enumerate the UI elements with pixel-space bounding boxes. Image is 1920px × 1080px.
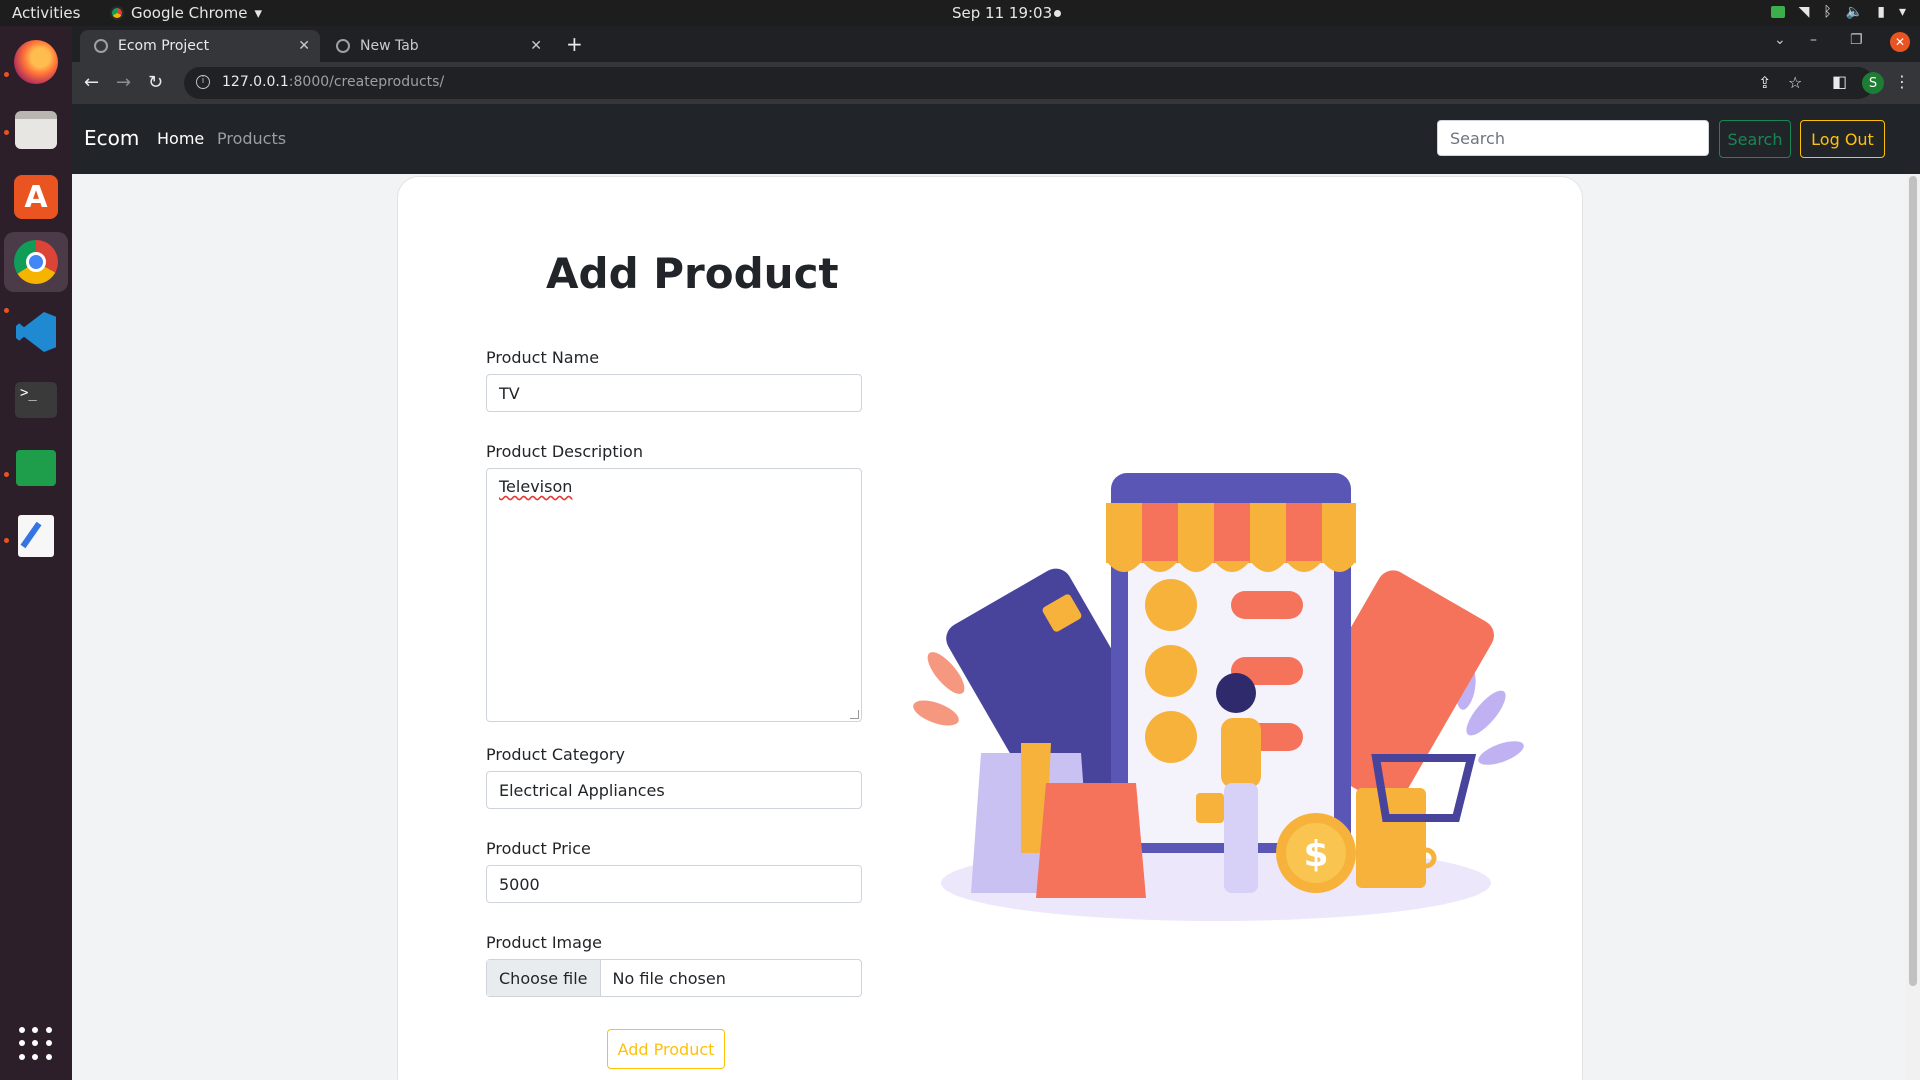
nav-link-products[interactable]: Products [217, 129, 286, 148]
share-icon[interactable]: ⇪ [1758, 73, 1771, 92]
dock-firefox[interactable] [12, 38, 60, 86]
reload-icon[interactable]: ↻ [148, 72, 163, 93]
url-path: :8000/createproducts/ [288, 74, 445, 90]
firefox-icon [14, 40, 58, 84]
menu-kebab-icon[interactable]: ⋮ [1894, 72, 1910, 91]
volume-icon: 🔈 [1845, 4, 1864, 20]
site-navbar: Ecom Home Products Search Search Log Out [72, 104, 1920, 174]
terminal-icon: >_ [15, 382, 57, 418]
tab-title: New Tab [360, 38, 419, 54]
tab-search-chevron-icon[interactable]: ⌄ [1774, 32, 1786, 48]
close-tab-icon[interactable]: ✕ [298, 38, 310, 54]
dock: A >_ [0, 26, 72, 1080]
dock-show-apps[interactable] [12, 1020, 60, 1068]
scrollbar-thumb[interactable] [1909, 176, 1917, 986]
notification-dot-icon [1054, 10, 1061, 17]
globe-icon [94, 39, 108, 53]
running-indicator [4, 72, 9, 77]
product-description-textarea[interactable]: Televison [486, 468, 862, 722]
nav-link-home[interactable]: Home [157, 129, 204, 148]
wifi-icon: ◥ [1798, 4, 1810, 20]
running-indicator [4, 538, 9, 543]
software-center-icon: A [14, 175, 58, 219]
product-name-label: Product Name [486, 348, 600, 367]
page-title: Add Product [546, 249, 839, 298]
tab-new-tab[interactable]: New Tab ✕ [322, 30, 552, 62]
app-menu[interactable]: Google Chrome ▾ [110, 4, 262, 22]
battery-icon: ▮ [1877, 4, 1885, 20]
bluetooth-icon: ᛒ [1823, 4, 1832, 20]
running-indicator [4, 130, 9, 135]
address-bar[interactable]: i 127.0.0.1:8000/createproducts/ ⇪ ☆ [184, 67, 1874, 99]
app-grid-icon [19, 1027, 53, 1061]
chrome-icon [110, 6, 124, 20]
chat-icon [16, 450, 56, 486]
product-description-label: Product Description [486, 442, 643, 461]
description-text: Televison [499, 477, 573, 496]
product-price-label: Product Price [486, 839, 591, 858]
text-editor-icon [18, 515, 54, 557]
dock-software[interactable]: A [12, 173, 60, 221]
logout-button[interactable]: Log Out [1800, 120, 1885, 158]
dock-vscode[interactable] [12, 308, 60, 356]
svg-text:$: $ [1303, 834, 1328, 875]
dock-chrome[interactable] [4, 232, 68, 292]
tray-caret-icon: ▾ [1898, 4, 1906, 20]
search-button[interactable]: Search [1719, 120, 1791, 158]
resize-handle-icon[interactable] [850, 710, 859, 719]
system-top-bar: Activities Google Chrome ▾ Sep 11 19:03 … [0, 0, 1920, 26]
files-icon [15, 111, 57, 149]
add-product-button[interactable]: Add Product [607, 1029, 725, 1069]
restore-icon[interactable]: ❐ [1850, 32, 1863, 48]
tab-title: Ecom Project [118, 38, 210, 54]
brand-logo[interactable]: Ecom [84, 126, 139, 150]
clock[interactable]: Sep 11 19:03 [952, 4, 1052, 22]
page-scrollbar[interactable] [1906, 174, 1920, 1080]
chrome-icon [14, 240, 58, 284]
tab-ecom-project[interactable]: Ecom Project ✕ [80, 30, 320, 62]
chat-indicator-icon [1770, 6, 1785, 18]
url-host: 127.0.0.1 [222, 74, 289, 90]
product-image-file-input[interactable]: Choose file No file chosen [486, 959, 862, 997]
dock-terminal[interactable]: >_ [12, 376, 60, 424]
choose-file-button[interactable]: Choose file [487, 960, 601, 996]
bookmark-star-icon[interactable]: ☆ [1788, 73, 1802, 92]
product-category-label: Product Category [486, 745, 625, 764]
add-product-card: Add Product Product Name TV Product Desc… [397, 176, 1583, 1080]
running-indicator [4, 308, 9, 313]
activities-button[interactable]: Activities [12, 4, 80, 22]
dock-text-editor[interactable] [12, 512, 60, 560]
caret-down-icon: ▾ [254, 4, 263, 22]
back-arrow-icon[interactable]: ← [84, 72, 99, 93]
page-viewport: Ecom Home Products Search Search Log Out… [72, 104, 1920, 1080]
tab-strip: Ecom Project ✕ New Tab ✕ + ⌄ – ❐ ✕ [72, 26, 1920, 62]
browser-toolbar: ← → ↻ i 127.0.0.1:8000/createproducts/ ⇪… [72, 62, 1920, 104]
product-price-input[interactable]: 5000 [486, 865, 862, 903]
forward-arrow-icon[interactable]: → [116, 72, 131, 93]
system-tray[interactable]: ◥ ᛒ 🔈 ▮ ▾ [1770, 4, 1906, 20]
close-window-icon[interactable]: ✕ [1890, 32, 1910, 52]
dock-files[interactable] [12, 106, 60, 154]
running-indicator [4, 472, 9, 477]
globe-icon [336, 39, 350, 53]
shopping-illustration: $ [913, 473, 1524, 921]
product-name-input[interactable]: TV [486, 374, 862, 412]
dock-chat[interactable] [12, 444, 60, 492]
file-status: No file chosen [612, 968, 726, 988]
site-info-icon[interactable]: i [196, 75, 210, 89]
profile-avatar[interactable]: S [1862, 72, 1884, 94]
vscode-icon [16, 312, 56, 352]
product-category-input[interactable]: Electrical Appliances [486, 771, 862, 809]
url-text: 127.0.0.1:8000/createproducts/ [222, 74, 444, 90]
app-menu-label: Google Chrome [131, 4, 248, 22]
product-image-label: Product Image [486, 933, 602, 952]
close-tab-icon[interactable]: ✕ [530, 38, 542, 54]
search-input[interactable]: Search [1437, 120, 1709, 156]
side-panel-icon[interactable]: ◧ [1832, 72, 1847, 91]
minimize-icon[interactable]: – [1810, 32, 1817, 48]
new-tab-plus-icon[interactable]: + [566, 32, 583, 56]
